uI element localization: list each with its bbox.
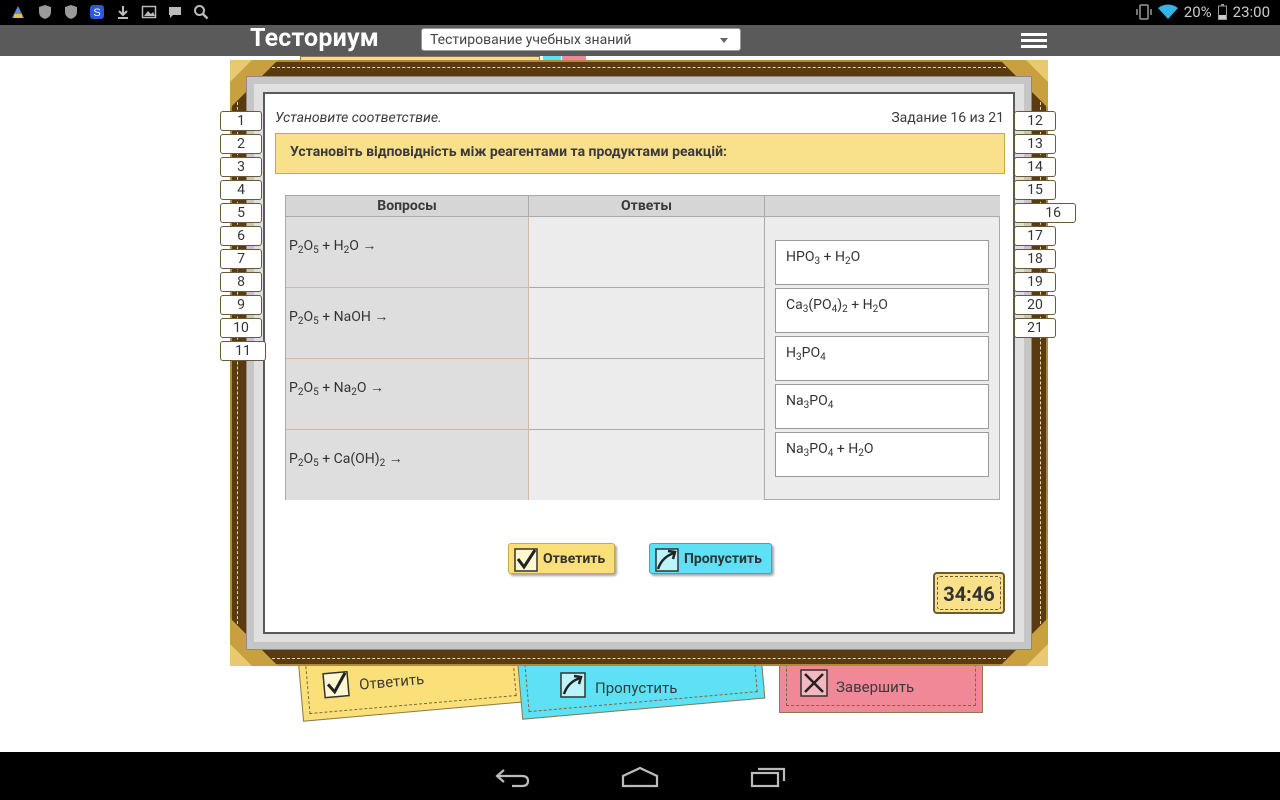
app-title: Тесториум [250, 24, 379, 53]
option-h3po4[interactable]: H3PO4 [775, 336, 989, 381]
answer-button-label: Ответить [543, 551, 606, 567]
task-number-tab[interactable]: 5 [220, 203, 262, 223]
back-icon[interactable] [494, 766, 530, 788]
task-number-tab[interactable]: 3 [220, 157, 262, 177]
questions-column: P2O5 + H2O → P2O5 + NaOH → P2O5 + Na2O →… [286, 217, 529, 500]
status-right: 20% 23:00 [1136, 3, 1270, 21]
task-number-tab[interactable]: 18 [1014, 249, 1056, 269]
search-icon [194, 5, 209, 20]
task-number-tab[interactable]: 1 [220, 111, 262, 131]
question-text: Установіть відповідність між реагентами … [275, 133, 1005, 174]
shield-icon [39, 5, 51, 19]
skip-arrow-icon [655, 548, 679, 572]
task-number-tab-current[interactable]: 16 [1014, 203, 1076, 223]
navigation-bar [0, 752, 1280, 800]
answer-drop-slot-3[interactable] [529, 359, 765, 430]
task-number-tab[interactable]: 15 [1014, 180, 1056, 200]
task-number-tab[interactable]: 12 [1014, 111, 1056, 131]
test-type-dropdown[interactable]: Тестирование учебных знаний [421, 28, 741, 51]
image-icon [141, 5, 157, 19]
countdown-timer: 34:46 [933, 572, 1005, 614]
option-ca3po42-h2o[interactable]: Ca3(PO4)2 + H2O [775, 288, 989, 333]
home-icon[interactable] [621, 766, 659, 788]
task-number-tab[interactable]: 2 [220, 134, 262, 154]
task-number-tab[interactable]: 9 [220, 295, 262, 315]
checkmark-icon [322, 670, 350, 699]
task-number-tab[interactable]: 11 [220, 341, 266, 361]
skip-card-label: Пропустить [595, 679, 678, 697]
option-hpo3-h2o[interactable]: HPO3 + H2O [775, 240, 989, 285]
header-answers: Ответы [529, 196, 765, 217]
clock: 23:00 [1232, 3, 1270, 21]
task-number-tab[interactable]: 10 [220, 318, 262, 338]
question-row-4: P2O5 + Ca(OH)2 → [289, 451, 403, 469]
close-icon [800, 669, 828, 697]
status-bar: S 20% 23:00 [0, 0, 1280, 25]
task-number-tab[interactable]: 4 [220, 180, 262, 200]
wifi-icon [1157, 4, 1178, 19]
task-number-tab[interactable]: 14 [1014, 157, 1056, 177]
answer-drop-slot-4[interactable] [529, 430, 765, 501]
skip-button-label: Пропустить [684, 551, 762, 567]
answer-drop-slot-1[interactable] [529, 217, 765, 288]
shield-icon-2 [65, 5, 77, 19]
header-options [765, 196, 1000, 217]
task-counter: Задание 16 из 21 [891, 110, 1004, 126]
svg-text:S: S [93, 7, 100, 19]
header-questions: Вопросы [286, 196, 529, 217]
screen: S 20% 23:00 Тесториум Тестирование учебн… [0, 0, 1280, 800]
sync-icon: S [90, 5, 104, 19]
task-number-tab[interactable]: 19 [1014, 272, 1056, 292]
checkmark-icon [514, 548, 538, 572]
dropdown-value: Тестирование учебных знаний [430, 32, 632, 48]
chevron-down-icon [720, 38, 728, 43]
task-number-tab[interactable]: 13 [1014, 134, 1056, 154]
option-na3po4-h2o[interactable]: Na3PO4 + H2O [775, 432, 989, 477]
menu-icon[interactable] [1021, 33, 1047, 49]
timer-value: 34:46 [943, 582, 995, 606]
skip-button[interactable]: Пропустить [649, 543, 772, 574]
task-number-tab[interactable]: 7 [220, 249, 262, 269]
option-na3po4[interactable]: Na3PO4 [775, 384, 989, 429]
task-number-tab[interactable]: 20 [1014, 295, 1056, 315]
answer-drop-slot-2[interactable] [529, 288, 765, 359]
task-number-tab[interactable]: 17 [1014, 226, 1056, 246]
app-notification-icon [12, 6, 24, 18]
skip-arrow-icon [560, 672, 586, 698]
task-number-tab[interactable]: 6 [220, 226, 262, 246]
message-icon [169, 7, 181, 18]
recent-apps-icon[interactable] [750, 766, 786, 788]
battery-percent: 20% [1183, 3, 1212, 21]
battery-icon [1217, 4, 1227, 20]
app-header: Тесториум Тестирование учебных знаний [0, 24, 1280, 56]
answer-button[interactable]: Ответить [508, 543, 615, 574]
task-number-tab[interactable]: 21 [1014, 318, 1056, 338]
answers-column [529, 217, 765, 500]
download-icon [118, 6, 128, 19]
question-row-3: P2O5 + Na2O → [286, 359, 529, 430]
finish-card-label: Завершить [836, 678, 915, 696]
question-row-2: P2O5 + NaOH → [286, 288, 529, 359]
task-instruction: Установите соответствие. [275, 110, 442, 126]
vibrate-icon [1136, 4, 1152, 20]
task-number-tab[interactable]: 8 [220, 272, 262, 292]
question-row-1: P2O5 + H2O → [286, 217, 529, 288]
